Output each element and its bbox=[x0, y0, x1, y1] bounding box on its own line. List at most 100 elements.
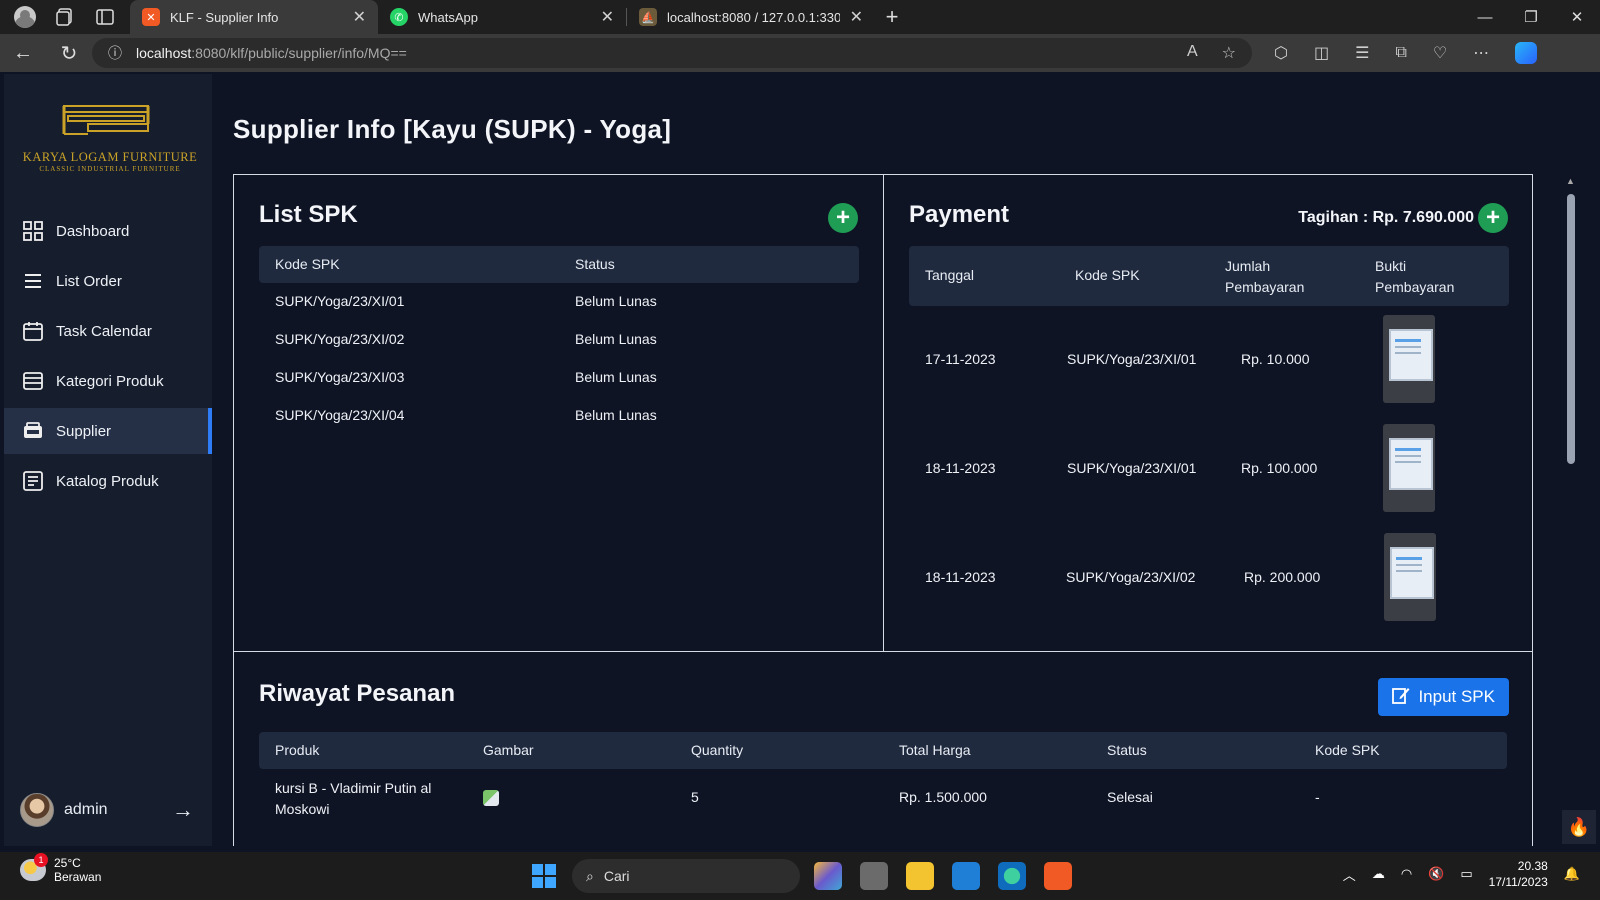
add-spk-button[interactable]: + bbox=[828, 203, 858, 233]
sidebar-item-dashboard[interactable]: Dashboard bbox=[4, 208, 212, 254]
status: Belum Lunas bbox=[575, 369, 657, 385]
table-row[interactable]: 17-11-2023 SUPK/Yoga/23/XI/01 Rp. 10.000 bbox=[909, 315, 1509, 407]
tab-phpmyadmin[interactable]: ⛵ localhost:8080 / 127.0.0.1:3308 / ✕ bbox=[627, 0, 875, 34]
page-title: Supplier Info [Kayu (SUPK) - Yoga] bbox=[233, 114, 672, 144]
refresh-button[interactable]: ↻ bbox=[46, 41, 92, 66]
table-row[interactable]: SUPK/Yoga/23/XI/01 Belum Lunas bbox=[259, 293, 859, 313]
clock[interactable]: 20.38 17/11/2023 bbox=[1489, 858, 1548, 890]
wifi-icon[interactable]: ◠ bbox=[1401, 866, 1412, 882]
favorites-icon[interactable]: ☰ bbox=[1355, 43, 1369, 63]
browser-essentials-icon[interactable]: ♡ bbox=[1433, 43, 1447, 63]
kode-spk: SUPK/Yoga/23/XI/01 bbox=[1067, 351, 1197, 367]
sidebar-item-label: Task Calendar bbox=[56, 322, 152, 340]
tanggal: 17-11-2023 bbox=[925, 351, 996, 367]
add-payment-button[interactable]: + bbox=[1478, 203, 1508, 233]
speaker-muted-icon[interactable]: 🔇 bbox=[1428, 866, 1444, 882]
system-tray: ︿ ☁ ◠ 🔇 ▭ 20.38 17/11/2023 🔔 bbox=[1343, 858, 1580, 890]
read-aloud-icon[interactable]: A bbox=[1187, 43, 1198, 63]
edge-icon[interactable] bbox=[998, 862, 1026, 890]
xampp-icon[interactable] bbox=[1044, 862, 1072, 890]
windows-start-icon[interactable] bbox=[532, 864, 556, 888]
table-row[interactable]: 18-11-2023 SUPK/Yoga/23/XI/02 Rp. 200.00… bbox=[909, 533, 1509, 625]
close-tab-icon[interactable]: ✕ bbox=[850, 7, 863, 27]
column-header: Tanggal bbox=[925, 267, 975, 283]
status: Selesai bbox=[1107, 789, 1153, 805]
sidebar-item-label: Supplier bbox=[56, 422, 112, 440]
back-button[interactable]: ← bbox=[0, 42, 46, 65]
company-logo[interactable]: KARYA LOGAM FURNITURE CLASSIC INDUSTRIAL… bbox=[12, 102, 208, 182]
bukti-pembayaran-image[interactable] bbox=[1384, 533, 1436, 621]
workspaces-icon[interactable] bbox=[54, 6, 76, 28]
bukti-pembayaran-image[interactable] bbox=[1383, 424, 1435, 512]
input-spk-button[interactable]: Input SPK bbox=[1378, 678, 1509, 716]
split-screen-icon[interactable]: ◫ bbox=[1314, 43, 1329, 63]
copilot-taskbar-icon[interactable] bbox=[814, 862, 842, 890]
close-tab-icon[interactable]: ✕ bbox=[601, 7, 614, 27]
riwayat-heading: Riwayat Pesanan bbox=[259, 680, 456, 707]
url-actions: A ☆ bbox=[1187, 43, 1236, 63]
sidebar-item-supplier[interactable]: Supplier bbox=[4, 408, 212, 454]
file-explorer-icon[interactable] bbox=[906, 862, 934, 890]
sidebar-item-task-calendar[interactable]: Task Calendar bbox=[4, 308, 212, 354]
date: 17/11/2023 bbox=[1488, 875, 1548, 889]
tab-actions-icon[interactable] bbox=[94, 6, 116, 28]
logout-arrow-icon[interactable]: → bbox=[172, 797, 194, 823]
list-spk-panel: List SPK + Kode SPK Status SUPK/Yoga/23/… bbox=[233, 174, 884, 652]
sidebar-item-list-order[interactable]: List Order bbox=[4, 258, 212, 304]
table-row[interactable]: SUPK/Yoga/23/XI/04 Belum Lunas bbox=[259, 407, 859, 427]
collections-icon[interactable]: ⧉ bbox=[1395, 44, 1406, 62]
tab-klf-supplier-info[interactable]: ✕ KLF - Supplier Info ✕ bbox=[130, 0, 378, 34]
table-row[interactable]: kursi B - Vladimir Putin al Moskowi 5 Rp… bbox=[259, 776, 1507, 822]
url-field[interactable]: ⓘ localhost:8080/klf/public/supplier/inf… bbox=[92, 38, 1252, 68]
copilot-icon[interactable] bbox=[1515, 42, 1538, 64]
total-harga: Rp. 1.500.000 bbox=[899, 789, 987, 805]
column-header: Produk bbox=[275, 742, 320, 758]
onedrive-cloud-icon[interactable]: ☁ bbox=[1372, 866, 1385, 882]
sidebar-item-kategori-produk[interactable]: Kategori Produk bbox=[4, 358, 212, 404]
table-row[interactable]: SUPK/Yoga/23/XI/02 Belum Lunas bbox=[259, 331, 859, 351]
column-header: Jumlah Pembayaran bbox=[1225, 258, 1305, 295]
user-profile: admin → bbox=[4, 790, 212, 830]
jumlah: Rp. 10.000 bbox=[1241, 351, 1310, 367]
site-info-icon[interactable]: ⓘ bbox=[108, 43, 122, 63]
minimize-icon[interactable]: — bbox=[1462, 0, 1508, 34]
close-tab-icon[interactable]: ✕ bbox=[353, 7, 366, 27]
task-view-icon[interactable] bbox=[860, 862, 888, 890]
column-header: Status bbox=[1107, 742, 1147, 758]
edit-document-icon bbox=[1392, 686, 1410, 709]
more-menu-icon[interactable]: ⋯ bbox=[1473, 43, 1489, 63]
vscode-icon[interactable] bbox=[952, 862, 980, 890]
phpmyadmin-favicon-icon: ⛵ bbox=[639, 8, 657, 26]
url-path: :8080/klf/public/supplier/info/MQ== bbox=[191, 45, 407, 61]
table-row[interactable]: 18-11-2023 SUPK/Yoga/23/XI/01 Rp. 100.00… bbox=[909, 424, 1509, 516]
kode-spk: SUPK/Yoga/23/XI/04 bbox=[275, 407, 405, 423]
extensions-icon[interactable]: ⬡ bbox=[1274, 43, 1288, 63]
table-row[interactable]: SUPK/Yoga/23/XI/03 Belum Lunas bbox=[259, 369, 859, 389]
sidebar-item-katalog-produk[interactable]: Katalog Produk bbox=[4, 458, 212, 504]
avatar[interactable] bbox=[20, 793, 54, 827]
profile-icon[interactable] bbox=[14, 6, 36, 28]
column-header: Status bbox=[575, 256, 615, 272]
windows-taskbar: 1 25°C Berawan ⌕ Cari ︿ ☁ ◠ 🔇 ▭ 20.38 17… bbox=[0, 852, 1600, 900]
kode-spk: SUPK/Yoga/23/XI/01 bbox=[1067, 460, 1197, 476]
battery-icon[interactable]: ▭ bbox=[1460, 866, 1472, 882]
taskbar-search[interactable]: ⌕ Cari bbox=[572, 859, 800, 893]
flame-icon[interactable]: 🔥 bbox=[1562, 810, 1596, 844]
list-spk-heading: List SPK bbox=[259, 201, 358, 228]
grid-icon bbox=[22, 220, 44, 242]
notification-bell-icon[interactable]: 🔔 bbox=[1564, 866, 1580, 882]
chevron-up-icon[interactable]: ︿ bbox=[1343, 865, 1356, 884]
bukti-pembayaran-image[interactable] bbox=[1383, 315, 1435, 403]
new-tab-button[interactable]: + bbox=[875, 0, 909, 34]
weather-widget[interactable]: 1 25°C Berawan bbox=[20, 853, 101, 884]
page-scrollbar[interactable]: ▲ bbox=[1564, 174, 1578, 820]
restore-icon[interactable]: ❐ bbox=[1508, 0, 1554, 34]
close-window-icon[interactable]: ✕ bbox=[1554, 0, 1600, 34]
column-header: Kode SPK bbox=[1315, 742, 1380, 758]
list-spk-table-header: Kode SPK Status bbox=[259, 246, 859, 283]
favorite-star-icon[interactable]: ☆ bbox=[1222, 43, 1236, 63]
scroll-thumb[interactable] bbox=[1567, 194, 1575, 464]
scroll-up-icon[interactable]: ▲ bbox=[1566, 176, 1575, 186]
tab-whatsapp[interactable]: ✆ WhatsApp ✕ bbox=[378, 0, 626, 34]
tab-title: KLF - Supplier Info bbox=[170, 9, 279, 25]
